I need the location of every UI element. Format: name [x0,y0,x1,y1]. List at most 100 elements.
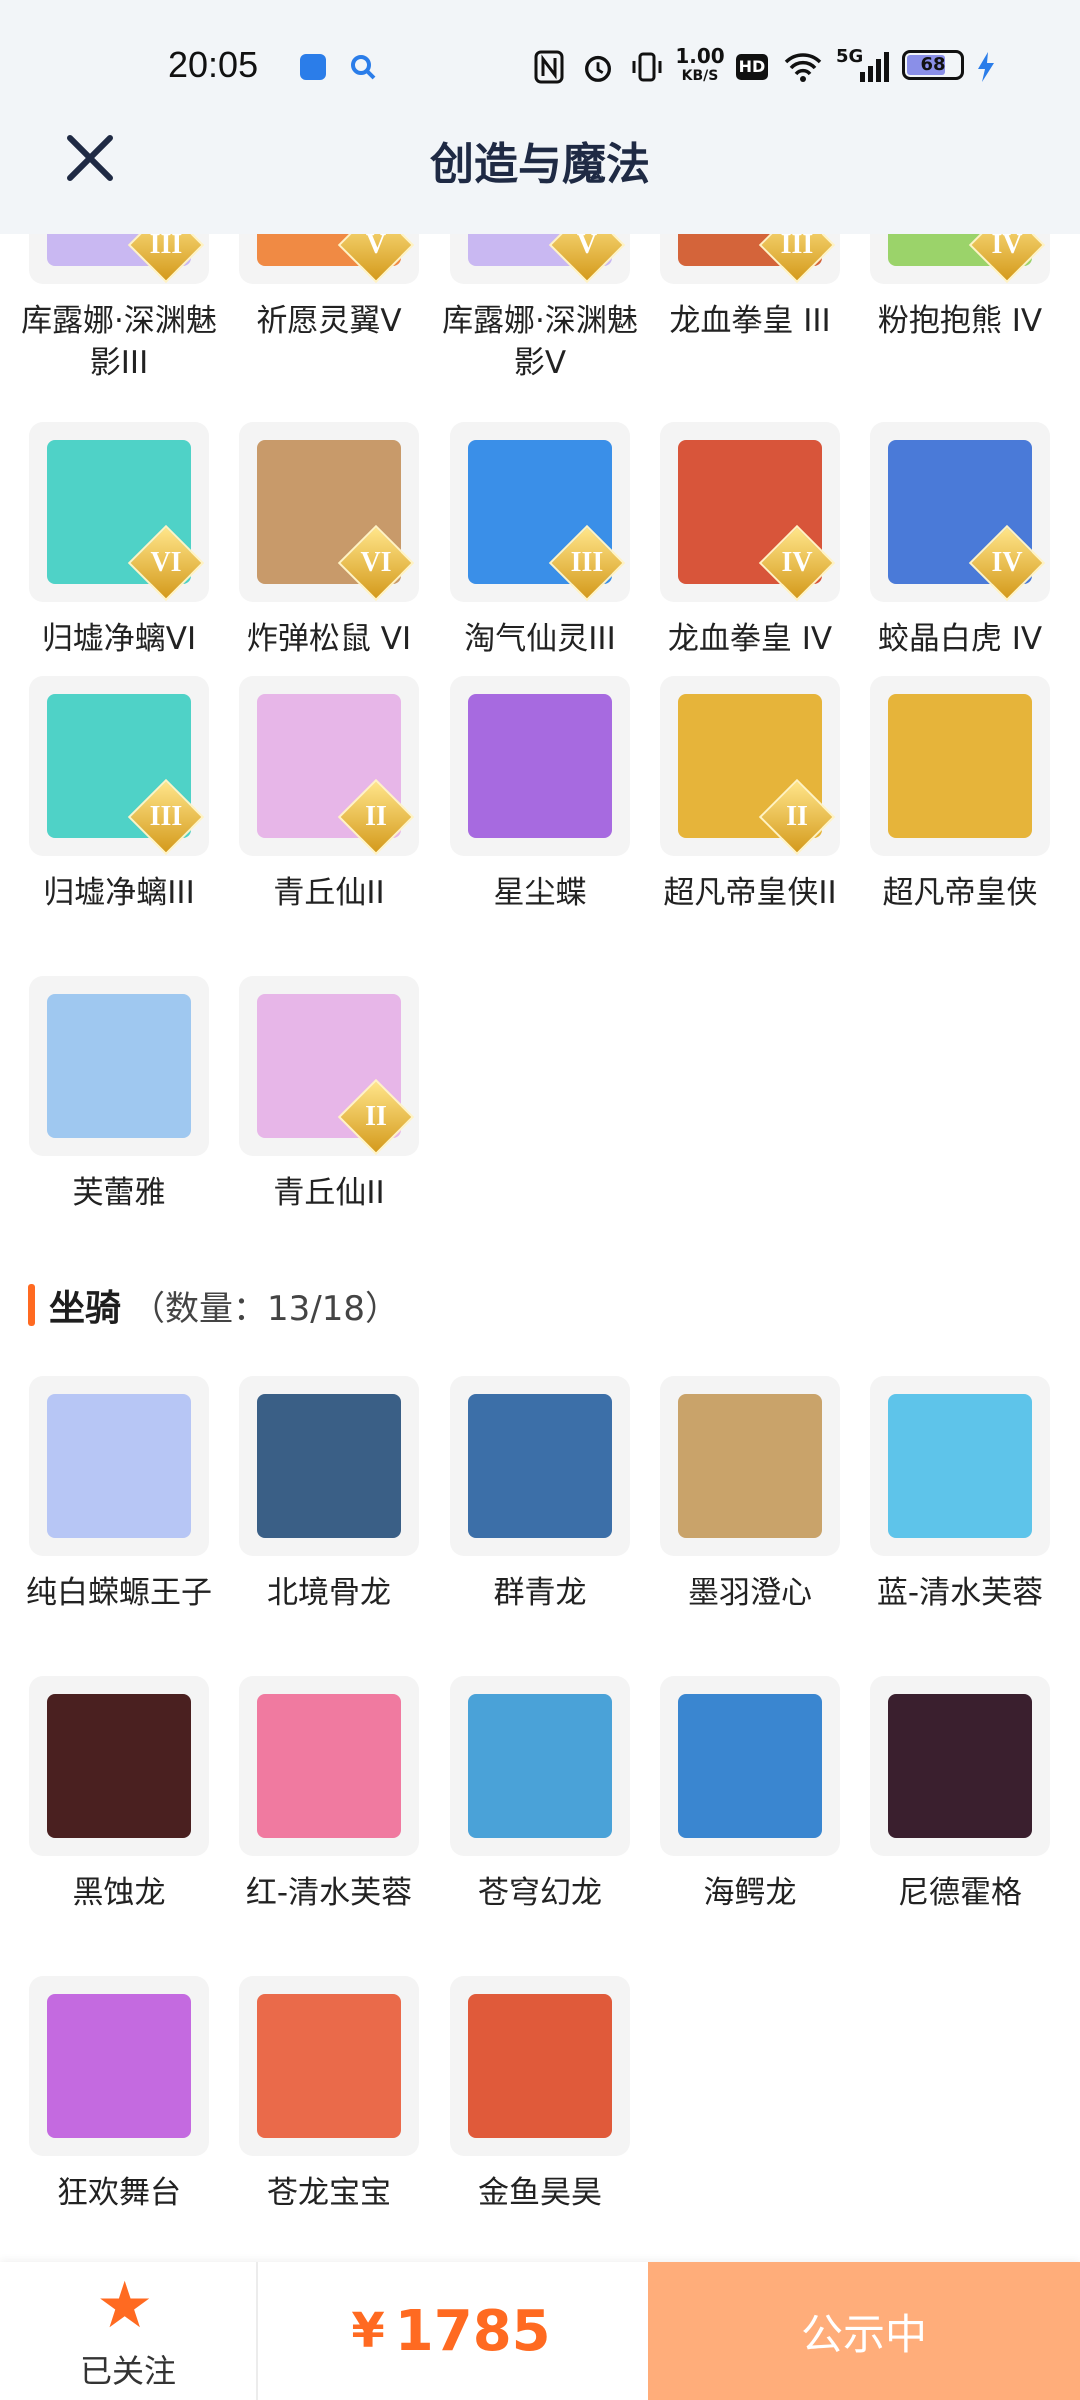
mount-item[interactable]: 群青龙 [435,1376,645,1614]
pet-name: 粉抱抱熊 IV [877,303,1043,339]
vibrate-icon [632,52,662,82]
pet-item[interactable]: III 归墟净螭III [14,676,224,914]
mount-item[interactable]: 狂欢舞台 [14,1976,224,2214]
mount-thumbnail [870,1376,1050,1556]
mount-item[interactable]: 苍龙宝宝 [224,1976,434,2214]
bottom-bar: ★ 已关注 ¥ 1785 公示中 [0,2262,1080,2400]
mount-item[interactable]: 蓝-清水芙蓉 [855,1376,1065,1614]
pet-name: 归墟净螭III [43,875,195,911]
mount-item[interactable]: 苍穹幻龙 [435,1676,645,1914]
pet-name: 青丘仙II [273,1175,385,1211]
pet-name: 蛟晶白虎 IV [877,621,1043,657]
mount-thumbnail [29,1976,209,2156]
mount-name: 金鱼昊昊 [478,2175,602,2211]
pet-thumbnail: II [239,676,419,856]
search-icon [351,55,376,80]
pet-name: 淘气仙灵III [464,621,616,657]
currency-symbol: ¥ [351,2303,385,2359]
pet-thumbnail [870,676,1050,856]
charging-icon [978,52,994,82]
mount-name: 红-清水芙蓉 [245,1875,413,1911]
status-time: 20:05 [168,44,259,85]
section-accent-bar [28,1284,35,1326]
follow-button[interactable]: ★ 已关注 [0,2262,258,2400]
pet-thumbnail: III [450,422,630,602]
pet-item[interactable]: 芙蕾雅 [14,976,224,1214]
mount-item[interactable]: 尼德霍格 [855,1676,1065,1914]
price-display: ¥ 1785 [256,2262,646,2400]
pet-name: 青丘仙II [273,875,385,911]
mount-name: 狂欢舞台 [57,2175,181,2211]
mount-thumbnail [660,1376,840,1556]
pet-name: 龙血拳皇 III [669,303,831,339]
pet-item[interactable]: III 淘气仙灵III [435,422,645,660]
mount-thumbnail [660,1676,840,1856]
pet-item[interactable]: VI 归墟净螭VI [14,422,224,660]
mount-name: 蓝-清水芙蓉 [876,1575,1044,1611]
pet-item[interactable]: II 超凡帝皇侠II [645,676,855,914]
pet-thumbnail [29,976,209,1156]
pet-name: 龙血拳皇 IV [667,621,833,657]
status-action-button[interactable]: 公示中 [648,2262,1080,2400]
mount-item[interactable]: 纯白蝾螈王子 [14,1376,224,1614]
mount-item[interactable]: 金鱼昊昊 [435,1976,645,2214]
pet-item[interactable]: II 青丘仙II [224,676,434,914]
pet-name: 祈愿灵翼V [256,303,402,339]
star-icon: ★ [96,2269,154,2343]
mount-item[interactable]: 红-清水芙蓉 [224,1676,434,1914]
pet-thumbnail: III [29,676,209,856]
pet-thumbnail: IV [870,422,1050,602]
mount-name: 海鳄龙 [703,1875,797,1911]
mount-name: 苍穹幻龙 [478,1875,602,1911]
battery-level: 68 [920,54,946,75]
pet-name: 归墟净螭VI [41,621,197,657]
mount-thumbnail [870,1676,1050,1856]
mount-thumbnail [450,1676,630,1856]
mount-item[interactable]: 黑蚀龙 [14,1676,224,1914]
wifi-icon [784,53,822,82]
section-count: （数量：13/18） [131,1288,399,1329]
mount-thumbnail [450,1976,630,2156]
pet-item[interactable]: II 青丘仙II [224,976,434,1214]
pet-item[interactable]: IV 蛟晶白虎 IV [855,422,1065,660]
net-speed: 1.00 KB/S [674,46,726,86]
signal-icon [860,52,889,82]
mount-thumbnail [450,1376,630,1556]
price-value: 1785 [394,2298,551,2364]
mount-name: 墨羽澄心 [688,1575,812,1611]
top-bar: 20:05 1.00 KB/S HD 5G 68 创造与魔法 [0,0,1080,234]
mount-name: 群青龙 [493,1575,587,1611]
mount-thumbnail [29,1376,209,1556]
alarm-icon [585,55,611,82]
pet-name: 库露娜·深渊魅影III [21,303,217,381]
app-notification-icon [300,54,326,80]
pet-thumbnail: IV [660,422,840,602]
mounts-section-header: 坐骑 （数量：13/18） [28,1280,399,1330]
mount-item[interactable]: 海鳄龙 [645,1676,855,1914]
mount-thumbnail [239,1976,419,2156]
status-bar: 20:05 1.00 KB/S HD 5G 68 [0,0,1080,136]
page-title: 创造与魔法 [430,139,650,190]
pet-name: 芙蕾雅 [72,1175,166,1211]
mount-name: 尼德霍格 [898,1875,1022,1911]
pet-item[interactable]: 超凡帝皇侠 [855,676,1065,914]
pet-item[interactable]: 星尘蝶 [435,676,645,914]
net-speed-value: 1.00 [675,44,725,68]
mount-name: 黑蚀龙 [72,1875,166,1911]
pet-thumbnail: VI [239,422,419,602]
pet-name: 星尘蝶 [493,875,587,911]
mount-item[interactable]: 北境骨龙 [224,1376,434,1614]
mount-name: 纯白蝾螈王子 [26,1575,212,1611]
follow-label: 已关注 [79,2352,176,2390]
pet-item[interactable]: IV 龙血拳皇 IV [645,422,855,660]
content-area: III 库露娜·深渊魅影III V 祈愿灵翼V V 库露娜·深渊魅影V III … [0,0,1080,2262]
pet-thumbnail: II [239,976,419,1156]
pet-name: 超凡帝皇侠 [882,875,1038,911]
mount-item[interactable]: 墨羽澄心 [645,1376,855,1614]
pet-thumbnail: VI [29,422,209,602]
pet-name: 库露娜·深渊魅影V [442,303,638,381]
pet-thumbnail [450,676,630,856]
pet-item[interactable]: VI 炸弹松鼠 VI [224,422,434,660]
net-speed-unit: KB/S [681,68,719,84]
pet-name: 超凡帝皇侠II [663,875,837,911]
